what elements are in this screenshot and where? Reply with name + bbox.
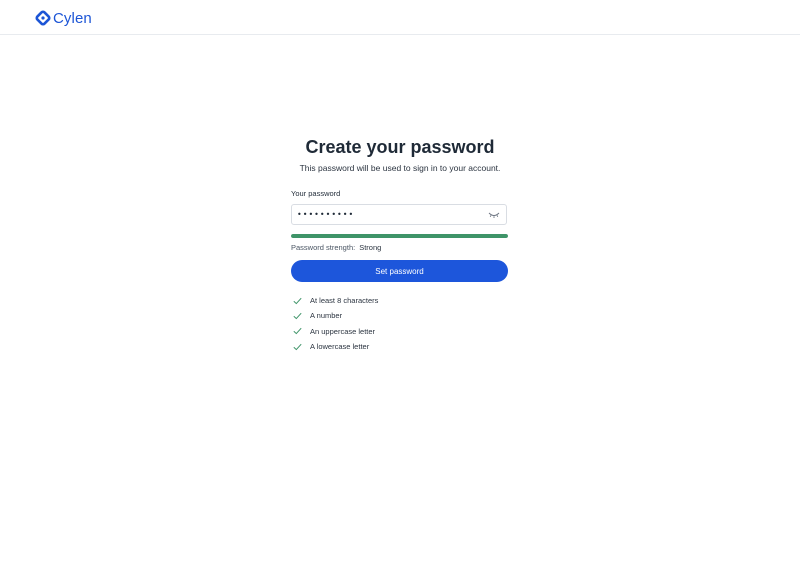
requirement-label: A number xyxy=(310,311,343,321)
eye-closed-icon[interactable] xyxy=(488,210,500,220)
requirement-label: At least 8 characters xyxy=(310,296,379,306)
page-title: Create your password xyxy=(305,137,495,157)
password-field-container xyxy=(291,204,507,225)
set-password-button[interactable]: Set password xyxy=(291,260,508,282)
check-icon xyxy=(293,297,302,304)
brand-name: Cylen xyxy=(53,9,92,27)
check-icon xyxy=(293,343,302,350)
password-strength-bar xyxy=(291,234,508,238)
requirement-item: At least 8 characters xyxy=(291,293,509,308)
requirement-item: A lowercase letter xyxy=(291,339,509,354)
password-label: Your password xyxy=(291,189,341,198)
check-icon xyxy=(293,328,302,335)
password-strength-fill xyxy=(291,234,508,238)
requirement-item: A number xyxy=(291,308,509,323)
create-password-form: Create your password This password will … xyxy=(291,136,509,354)
password-requirements-list: At least 8 characters A number An upperc… xyxy=(291,293,509,354)
cylen-logo-icon xyxy=(35,10,51,26)
password-strength-text: Password strength: Strong xyxy=(291,243,509,252)
password-strength-value: Strong xyxy=(359,243,382,252)
password-input[interactable] xyxy=(292,205,506,224)
requirement-label: A lowercase letter xyxy=(310,342,370,352)
password-strength-label: Password strength: xyxy=(291,243,356,252)
top-bar: Cylen xyxy=(0,0,800,35)
requirement-item: An uppercase letter xyxy=(291,324,509,339)
requirement-label: An uppercase letter xyxy=(310,326,376,336)
check-icon xyxy=(293,312,302,320)
brand-logo[interactable]: Cylen xyxy=(35,8,92,28)
page-subtitle: This password will be used to sign in to… xyxy=(299,163,501,173)
